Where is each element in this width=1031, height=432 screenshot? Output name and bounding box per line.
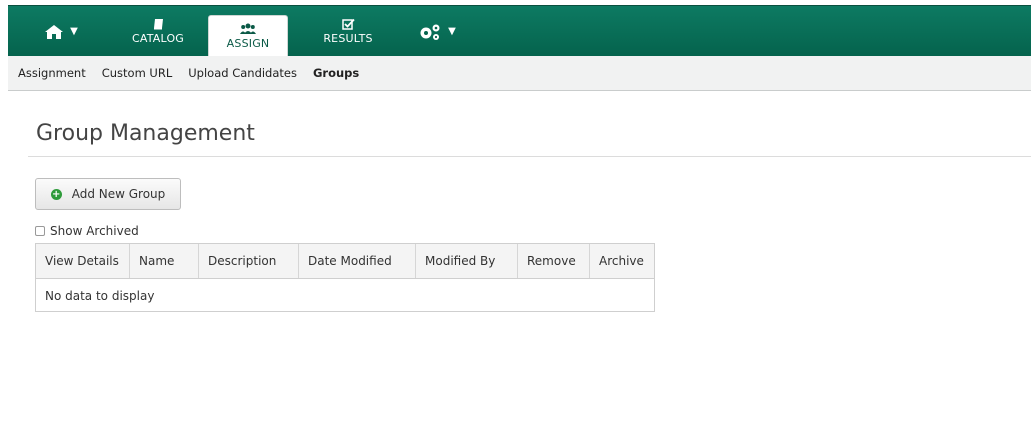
tab-catalog-label: CATALOG [131,32,185,45]
show-archived-label: Show Archived [50,224,139,238]
tab-assign[interactable]: ASSIGN [208,15,288,57]
show-archived-toggle[interactable]: Show Archived [35,224,139,238]
plus-circle-icon: + [50,188,62,200]
title-divider [28,156,1031,157]
subnav-groups[interactable]: Groups [313,66,359,80]
subnav-upload-candidates[interactable]: Upload Candidates [188,66,297,80]
chevron-down-icon: ▼ [70,26,78,37]
settings-menu[interactable]: ▼ [406,6,468,57]
gears-icon [420,24,440,40]
tab-results[interactable]: RESULTS [308,6,388,57]
column-remove[interactable]: Remove [518,244,590,278]
column-modified-by[interactable]: Modified By [416,244,518,278]
add-new-group-button[interactable]: + Add New Group [35,178,181,210]
chevron-down-icon: ▼ [448,26,456,37]
users-icon [240,23,256,34]
show-archived-checkbox[interactable] [35,226,45,236]
table-header: View Details Name Description Date Modif… [36,244,654,279]
tab-assign-label: ASSIGN [226,37,270,50]
book-icon [153,19,163,30]
subnav-custom-url[interactable]: Custom URL [102,66,173,80]
add-new-group-label: Add New Group [71,187,166,201]
page-title: Group Management [36,121,255,146]
groups-table: View Details Name Description Date Modif… [35,243,655,312]
column-description[interactable]: Description [199,244,299,278]
column-view-details[interactable]: View Details [36,244,130,278]
column-name[interactable]: Name [130,244,199,278]
home-menu[interactable]: ▼ [30,6,92,57]
column-archive[interactable]: Archive [590,244,654,278]
home-icon [45,24,64,39]
tab-results-label: RESULTS [323,32,373,45]
empty-row: No data to display [45,288,155,303]
column-date-modified[interactable]: Date Modified [299,244,416,278]
top-navigation-bar: ▼ CATALOG ASSIGN RESULTS ▼ [8,5,1031,57]
sub-navigation: Assignment Custom URL Upload Candidates … [8,56,1031,91]
checkbox-icon [341,18,355,30]
subnav-assignment[interactable]: Assignment [18,66,86,80]
tab-catalog[interactable]: CATALOG [118,6,198,57]
